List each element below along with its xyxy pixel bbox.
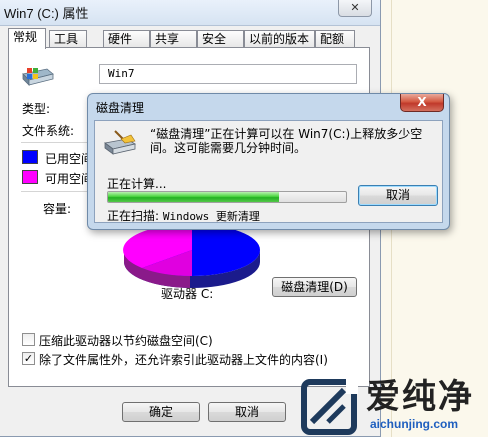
disk-cleanup-dialog: 磁盘清理 X “磁盘清理”正在计算可以在 Win7(C:)上释放多少空间。这可能… — [87, 93, 450, 230]
dialog-message: “磁盘清理”正在计算可以在 Win7(C:)上释放多少空间。这可能需要几分钟时间… — [150, 127, 423, 155]
tab-quota[interactable]: 配额 — [315, 30, 355, 48]
window-title: Win7 (C:) 属性 — [4, 6, 89, 21]
scan-item: Windows 更新清理 — [162, 210, 260, 223]
drive-name-field[interactable]: Win7 — [99, 64, 357, 84]
used-space-swatch — [22, 150, 38, 164]
tab-general[interactable]: 常规 — [8, 28, 46, 49]
used-space-label: 已用空间 — [45, 152, 94, 166]
watermark-logo-icon — [301, 378, 358, 435]
type-label: 类型: — [22, 102, 51, 116]
file-system-label: 文件系统: — [22, 124, 75, 138]
drive-icon — [22, 68, 54, 86]
index-option-label: 除了文件属性外，还允许索引此驱动器上文件的内容(I) — [39, 353, 328, 367]
watermark-brand: 爱纯净 — [366, 377, 474, 417]
drive-letter-label: 驱动器 C: — [161, 287, 214, 301]
progress-bar — [107, 191, 347, 203]
disk-cleanup-icon — [104, 130, 137, 155]
tab-hardware[interactable]: 硬件 — [103, 30, 150, 48]
dialog-cancel-button[interactable]: 取消 — [358, 185, 438, 206]
ok-button[interactable]: 确定 — [122, 402, 200, 422]
capacity-label: 容量: — [43, 202, 72, 216]
tab-tools[interactable]: 工具 — [49, 30, 87, 48]
cancel-button[interactable]: 取消 — [208, 402, 286, 422]
tab-previous-versions[interactable]: 以前的版本 — [244, 30, 315, 48]
watermark-url: aichunjing.com — [370, 417, 459, 431]
scan-status: 正在扫描: Windows 更新清理 — [107, 207, 260, 224]
tab-security[interactable]: 安全 — [197, 30, 244, 48]
dialog-title: 磁盘清理 — [96, 101, 145, 115]
disk-cleanup-button[interactable]: 磁盘清理(D) — [272, 277, 357, 297]
compress-option-label: 压缩此驱动器以节约磁盘空间(C) — [39, 334, 213, 348]
dialog-close-button[interactable]: X — [400, 94, 444, 112]
disk-usage-pie-chart — [123, 223, 260, 288]
tab-sharing[interactable]: 共享 — [150, 30, 197, 48]
index-checkbox[interactable]: ✓ — [22, 352, 35, 365]
free-space-swatch — [22, 170, 38, 184]
scan-label: 正在扫描: — [107, 209, 160, 223]
window-close-button[interactable]: ✕ — [338, 0, 372, 17]
calculating-status: 正在计算... — [107, 177, 167, 191]
progress-fill — [108, 192, 280, 202]
compress-checkbox[interactable] — [22, 333, 35, 346]
free-space-label: 可用空间 — [45, 172, 94, 186]
dialog-body: “磁盘清理”正在计算可以在 Win7(C:)上释放多少空间。这可能需要几分钟时间… — [94, 120, 443, 223]
title-bar: Win7 (C:) 属性 ✕ — [0, 0, 380, 26]
